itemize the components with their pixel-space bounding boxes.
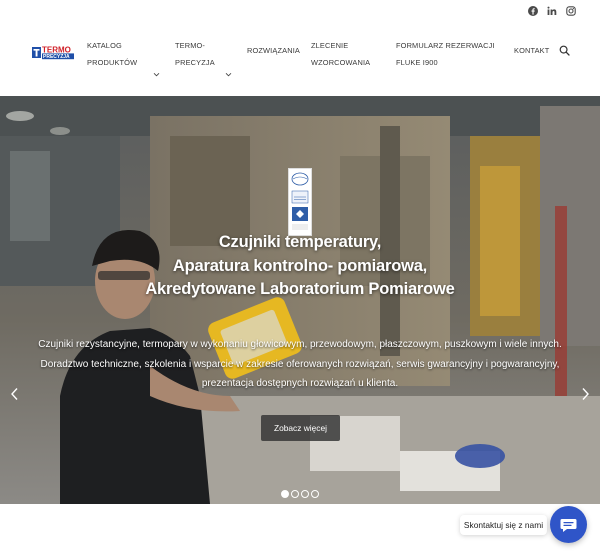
nav-kontakt[interactable]: KONTAKT: [514, 42, 549, 59]
social-bar: [0, 0, 600, 24]
slider-dot-1[interactable]: [281, 490, 289, 498]
chat-button[interactable]: [550, 506, 587, 543]
nav-label-line1: ZLECENIE: [311, 41, 349, 50]
nav-label-line1: TERMO-: [175, 41, 206, 50]
nav-label-line1: ROZWIĄZANIA: [247, 46, 300, 55]
instagram-icon[interactable]: [566, 6, 576, 16]
hero-title-line: Akredytowane Laboratorium Pomiarowe: [145, 280, 455, 298]
slider-pagination: [281, 490, 321, 499]
hero-description: Czujniki rezystancyjne, termopary w wyko…: [0, 335, 600, 394]
see-more-button[interactable]: Zobacz więcej: [261, 415, 340, 441]
main-navbar: TERMO PRECYZJA KATALOG PRODUKTÓW TERMO- …: [0, 24, 600, 82]
slider-dot-4[interactable]: [311, 490, 319, 498]
nav-formularz-rezerwacji[interactable]: FORMULARZ REZERWACJI FLUKE I900: [396, 37, 495, 71]
nav-label-line1: KONTAKT: [514, 46, 550, 55]
slider-dot-2[interactable]: [291, 490, 299, 498]
facebook-icon[interactable]: [528, 6, 538, 16]
nav-label-line1: FORMULARZ REZERWACJI: [396, 41, 495, 50]
nav-zlecenie-wzorcowania[interactable]: ZLECENIE WZORCOWANIA: [311, 37, 370, 71]
nav-label-line2: PRECYZJA: [175, 58, 215, 67]
linkedin-icon[interactable]: [547, 6, 557, 16]
slider-dot-3[interactable]: [301, 490, 309, 498]
chevron-down-icon[interactable]: [225, 71, 232, 78]
hero-title-line: Czujniki temperatury,: [218, 233, 382, 251]
hero-description-line: Doradztwo techniczne, szkolenia i wsparc…: [40, 358, 560, 370]
nav-label-line2: WZORCOWANIA: [311, 58, 371, 67]
nav-label-line2: PRODUKTÓW: [87, 58, 138, 67]
contact-us-label[interactable]: Skontaktuj się z nami: [460, 515, 547, 535]
hero-description-line: Czujniki rezystancyjne, termopary w wyko…: [38, 339, 562, 350]
hero-title-line: Aparatura kontrolno- pomiarowa,: [172, 256, 428, 275]
nav-label-line1: KATALOG: [87, 41, 122, 50]
hero-description-line: prezentacja dostępnych rozwiązań u klien…: [201, 378, 399, 389]
search-icon[interactable]: [559, 45, 570, 56]
chat-bubble-icon: [560, 519, 577, 532]
nav-rozwiazania[interactable]: ROZWIĄZANIA: [247, 42, 300, 59]
hero-title: Czujniki temperatury, Aparatura kontroln…: [0, 231, 600, 302]
nav-label-line2: FLUKE I900: [396, 58, 438, 67]
accreditation-certificate-badge: [288, 168, 312, 236]
chevron-down-icon[interactable]: [153, 71, 160, 78]
svg-text:PRECYZJA: PRECYZJA: [43, 54, 70, 60]
nav-termo-precyzja[interactable]: TERMO- PRECYZJA: [175, 37, 215, 71]
termo-precyzja-logo[interactable]: TERMO PRECYZJA: [32, 43, 75, 60]
nav-katalog-produktow[interactable]: KATALOG PRODUKTÓW: [87, 37, 137, 71]
